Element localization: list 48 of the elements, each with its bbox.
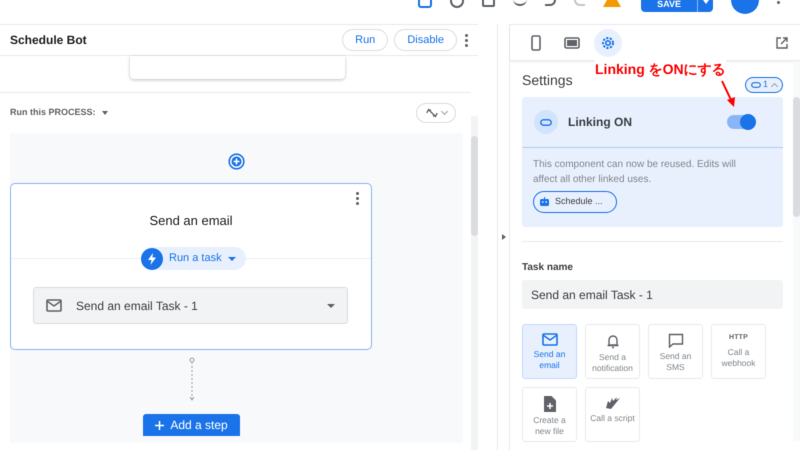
- settings-heading: Settings: [522, 71, 573, 90]
- linking-toggle[interactable]: [727, 115, 755, 129]
- script-icon: [604, 396, 620, 410]
- expand-handle[interactable]: [502, 234, 506, 240]
- task-type-tile[interactable]: Send an SMS: [648, 324, 703, 379]
- view-tab[interactable]: [594, 28, 622, 56]
- task-type-tile[interactable]: Send an email: [522, 324, 577, 379]
- more-icon[interactable]: [356, 192, 359, 205]
- link-off-dropdown[interactable]: [416, 103, 456, 123]
- run-task-dropdown[interactable]: Run a task: [141, 247, 246, 270]
- task-name-field[interactable]: Send an email Task - 1: [522, 280, 783, 309]
- link-count-chip[interactable]: 1: [744, 77, 783, 93]
- task-type-tile[interactable]: Call a script: [585, 387, 640, 442]
- envelope-icon: [542, 333, 558, 346]
- open-external-icon[interactable]: [776, 36, 788, 48]
- task-type-tile[interactable]: Send a notification: [585, 324, 640, 379]
- file-plus-icon: [543, 396, 556, 412]
- link-icon: [534, 110, 558, 134]
- task-type-tile[interactable]: Create a new file: [522, 387, 577, 442]
- arrow: [720, 80, 736, 108]
- speech-bubble-icon: [668, 333, 684, 348]
- tablet-icon: [564, 36, 580, 50]
- lightning-icon: [141, 248, 163, 270]
- bot-action-button[interactable]: Run: [342, 29, 388, 51]
- step-card[interactable]: Send an email Run a task Send an email Task - 1: [10, 183, 372, 350]
- phone-icon: [529, 34, 543, 50]
- linking-description: This component can now be reused. Edits will affect all other linked uses.: [532, 158, 737, 187]
- settings-icon: [600, 34, 616, 50]
- process-label: Run this PROCESS:: [10, 106, 96, 120]
- save-button[interactable]: SAVE: [641, 0, 697, 12]
- caret-icon[interactable]: [102, 111, 108, 115]
- link-icon: [750, 82, 761, 88]
- connector-line: [188, 357, 196, 402]
- add-icon[interactable]: [228, 153, 245, 170]
- step-title: Send an email: [149, 212, 233, 230]
- robot-icon: [539, 197, 550, 207]
- task-dropdown[interactable]: Send an email Task - 1: [33, 287, 348, 324]
- task-name-label: Task name: [522, 261, 574, 275]
- add-step-button[interactable]: Add a step: [143, 414, 240, 436]
- bot-title: Schedule Bot: [10, 32, 87, 49]
- bell-icon: [606, 333, 620, 349]
- plus-icon: [155, 420, 164, 430]
- bot-action-button[interactable]: Disable: [394, 29, 457, 51]
- linking-label: Linking ON: [568, 114, 632, 131]
- envelope-icon: [46, 299, 62, 312]
- bot-chip[interactable]: Schedule ...: [533, 191, 617, 213]
- annotation-text: Linking をONにする: [595, 59, 726, 80]
- more-icon[interactable]: [465, 34, 468, 46]
